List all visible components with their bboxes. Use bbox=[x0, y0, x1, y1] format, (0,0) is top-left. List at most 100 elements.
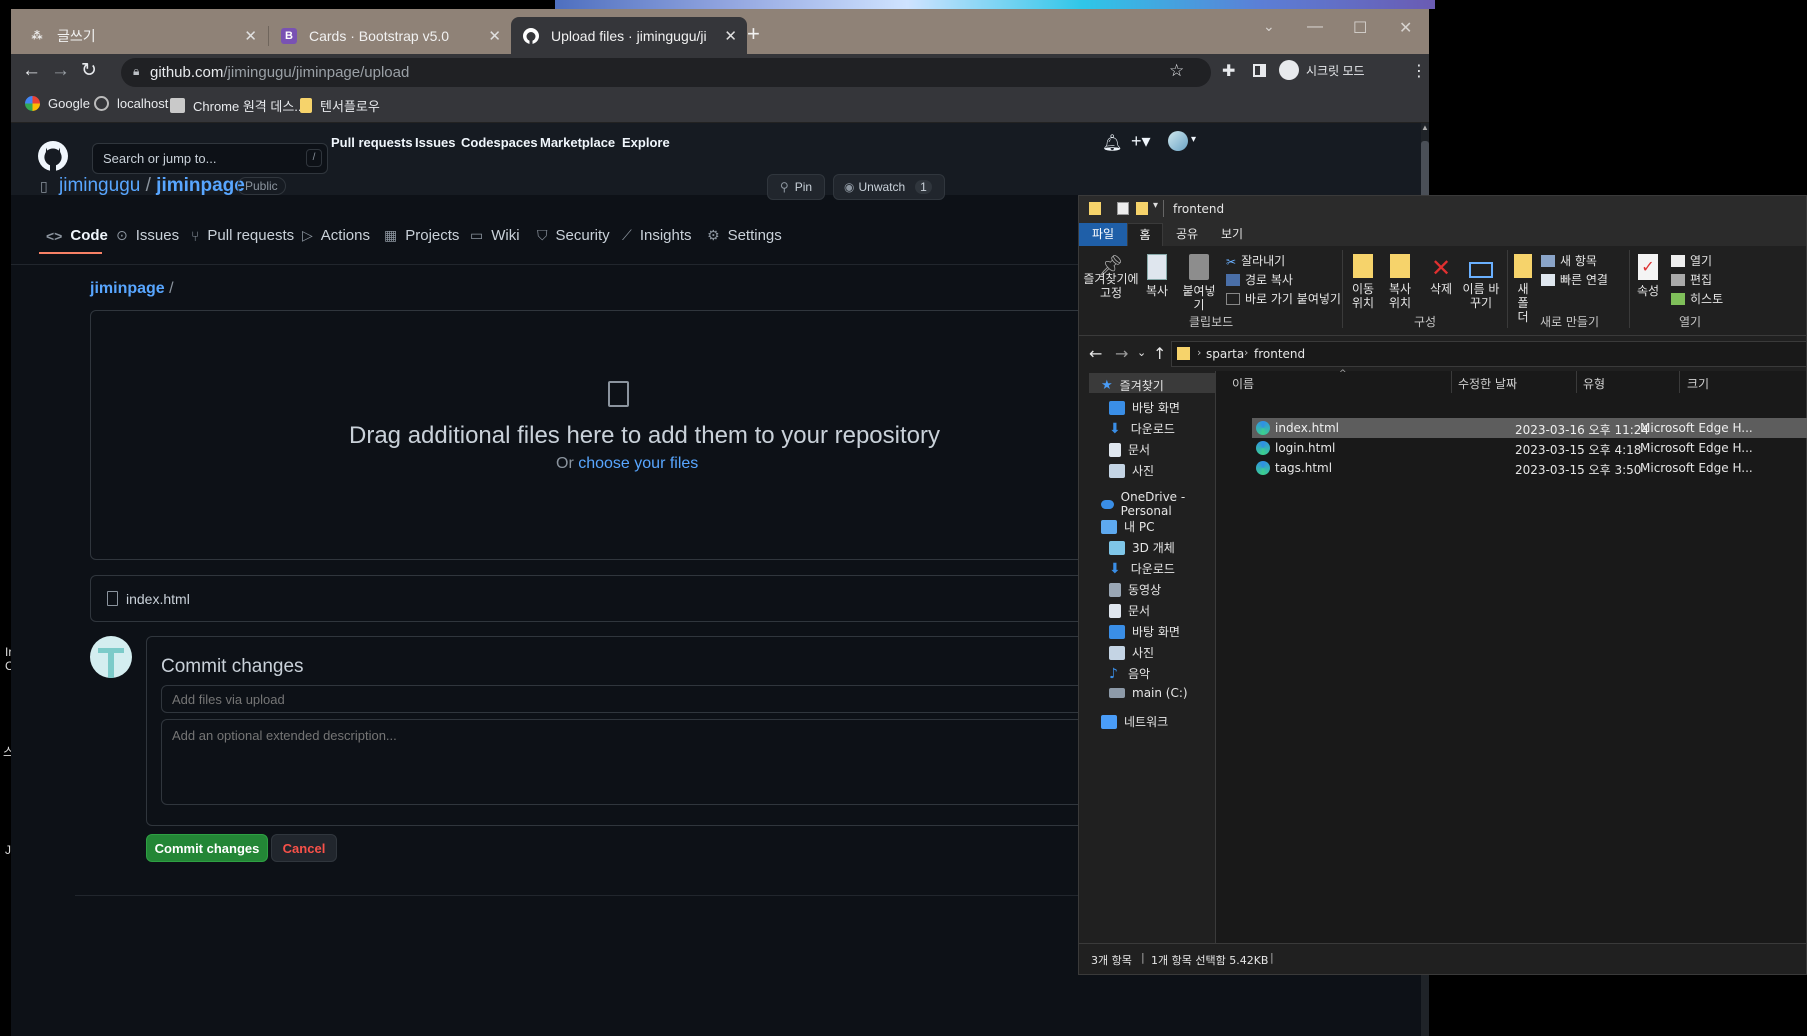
easy-access-button[interactable]: 빠른 연결 bbox=[1541, 271, 1608, 288]
tab-issues[interactable]: ⊙ Issues bbox=[116, 227, 179, 244]
nav-onedrive[interactable]: OneDrive - Personal bbox=[1101, 490, 1215, 518]
maximize-icon[interactable]: ☐ bbox=[1353, 18, 1367, 38]
tab-search-icon[interactable]: ⌄ bbox=[1263, 18, 1275, 35]
new-tab-icon[interactable]: + bbox=[747, 21, 760, 47]
tab-wiki[interactable]: ▭ Wiki bbox=[470, 227, 520, 244]
bookmark-tensorflow-folder[interactable]: 텐서플로우 bbox=[300, 96, 380, 115]
tab-bootstrap[interactable]: B Cards · Bootstrap v5.0 ✕ bbox=[269, 17, 511, 54]
nav-network[interactable]: 네트워크 bbox=[1101, 713, 1168, 730]
rename-button[interactable]: 이름 바꾸기 bbox=[1461, 254, 1501, 310]
nav-marketplace[interactable]: Marketplace bbox=[540, 135, 615, 150]
nav-pc-desktop[interactable]: 바탕 화면 bbox=[1109, 623, 1180, 640]
ribbon-tab-view[interactable]: 보기 bbox=[1214, 223, 1250, 246]
file-row[interactable]: login.html 2023-03-15 오후 4:18 Microsoft … bbox=[1252, 438, 1807, 458]
choose-files-link[interactable]: choose your files bbox=[578, 455, 698, 472]
github-search-input[interactable]: Search or jump to... / bbox=[92, 143, 328, 174]
close-tab-icon[interactable]: ✕ bbox=[724, 27, 737, 45]
file-drop-zone[interactable]: Drag additional files here to add them t… bbox=[90, 310, 1160, 560]
nav-desktop[interactable]: 바탕 화면 bbox=[1109, 399, 1180, 416]
forward-icon[interactable]: → bbox=[1115, 344, 1128, 363]
column-type[interactable]: 유형 bbox=[1583, 375, 1605, 392]
back-icon[interactable]: ← bbox=[1089, 344, 1102, 363]
paste-button[interactable]: 붙여넣기 bbox=[1177, 254, 1221, 312]
new-item-button[interactable]: 새 항목 bbox=[1541, 252, 1597, 269]
tab-github-upload[interactable]: Upload files · jimingugu/jiminpa ✕ bbox=[511, 17, 747, 54]
forward-icon[interactable]: → bbox=[51, 60, 70, 82]
nav-codespaces[interactable]: Codespaces bbox=[461, 135, 538, 150]
properties-button[interactable]: ✓ 속성 bbox=[1633, 254, 1663, 298]
pin-to-quick-access-button[interactable]: 📌︎ 즐겨찾기에 고정 bbox=[1083, 255, 1139, 300]
breadcrumb-repo-link[interactable]: jiminpage bbox=[90, 280, 165, 297]
copy-path-button[interactable]: 경로 복사 bbox=[1226, 271, 1293, 288]
minimize-icon[interactable]: — bbox=[1307, 18, 1323, 36]
nav-pc-documents[interactable]: 문서 bbox=[1109, 602, 1150, 619]
tab-projects[interactable]: ▦ Projects bbox=[384, 227, 459, 244]
recent-locations-icon[interactable]: ⌄ bbox=[1137, 346, 1146, 359]
copy-to-button[interactable]: 복사 위치 bbox=[1384, 254, 1416, 310]
new-folder-button[interactable]: 새 폴더 bbox=[1512, 254, 1534, 324]
copy-button[interactable]: 복사 bbox=[1143, 254, 1171, 298]
column-date-modified[interactable]: 수정한 날짜 bbox=[1458, 375, 1517, 392]
tab-security[interactable]: ⛉ Security bbox=[537, 227, 610, 244]
file-row[interactable]: index.html 2023-03-16 오후 11:24 Microsoft… bbox=[1252, 418, 1807, 438]
tab-pull-requests[interactable]: ⑂ Pull requests bbox=[191, 227, 294, 244]
incognito-profile[interactable]: 시크릿 모드 bbox=[1279, 60, 1365, 80]
tab-actions[interactable]: ▷ Actions bbox=[302, 227, 370, 244]
back-icon[interactable]: ← bbox=[22, 60, 41, 82]
path-segment[interactable]: frontend bbox=[1254, 347, 1305, 361]
delete-button[interactable]: ✕ 삭제 bbox=[1425, 254, 1457, 296]
properties-quick-icon[interactable] bbox=[1117, 202, 1129, 215]
nav-3d-objects[interactable]: 3D 개체 bbox=[1109, 539, 1175, 556]
ribbon-tab-file[interactable]: 파일 bbox=[1079, 223, 1127, 246]
notifications-bell-icon[interactable]: 🔔︎ bbox=[1102, 133, 1122, 153]
nav-downloads[interactable]: ⬇ 다운로드 bbox=[1109, 420, 1175, 437]
address-bar[interactable]: 🔒︎ github.com/jimingugu/jiminpage/upload… bbox=[121, 58, 1211, 87]
cancel-button[interactable]: Cancel bbox=[271, 834, 337, 862]
close-tab-icon[interactable]: ✕ bbox=[488, 27, 501, 45]
unwatch-button[interactable]: ◉ Unwatch 1 bbox=[833, 174, 945, 200]
nav-pull-requests[interactable]: Pull requests bbox=[331, 135, 413, 150]
nav-this-pc[interactable]: 내 PC bbox=[1101, 518, 1154, 535]
nav-music[interactable]: ♪ 음악 bbox=[1109, 665, 1150, 682]
avatar-dropdown-icon[interactable]: ▾ bbox=[1191, 134, 1196, 145]
close-tab-icon[interactable]: ✕ bbox=[244, 27, 257, 45]
reload-icon[interactable]: ↻ bbox=[81, 59, 97, 82]
edit-button[interactable]: 편집 bbox=[1671, 271, 1712, 288]
quick-access-toolbar-dropdown-icon[interactable]: ▾ bbox=[1153, 200, 1158, 211]
repo-owner-link[interactable]: jimingugu bbox=[59, 175, 140, 196]
nav-issues[interactable]: Issues bbox=[415, 135, 455, 150]
bookmark-google[interactable]: Google bbox=[25, 96, 90, 111]
bookmark-chrome-remote[interactable]: Chrome 원격 데스... bbox=[170, 96, 305, 115]
history-button[interactable]: 히스토 bbox=[1671, 290, 1723, 307]
nav-explore[interactable]: Explore bbox=[622, 135, 670, 150]
nav-pc-downloads[interactable]: ⬇ 다운로드 bbox=[1109, 560, 1175, 577]
up-icon[interactable]: ↑ bbox=[1153, 344, 1166, 363]
nav-quick-access[interactable]: ★ 즐겨찾기 bbox=[1101, 377, 1164, 394]
nav-drive-c[interactable]: main (C:) bbox=[1109, 686, 1188, 700]
tab-insights[interactable]: ⟋ Insights bbox=[622, 227, 692, 244]
create-new-plus-icon[interactable]: +▾ bbox=[1131, 131, 1151, 152]
bookmark-star-icon[interactable]: ☆ bbox=[1169, 61, 1184, 81]
commit-changes-button[interactable]: Commit changes bbox=[146, 834, 268, 862]
close-window-icon[interactable]: ✕ bbox=[1399, 18, 1412, 38]
explorer-address-bar[interactable]: › sparta › frontend bbox=[1171, 341, 1806, 367]
side-panel-icon[interactable] bbox=[1253, 64, 1266, 77]
commit-description-textarea[interactable] bbox=[161, 719, 1146, 805]
column-name[interactable]: 이름 bbox=[1232, 375, 1254, 392]
move-to-button[interactable]: 이동 위치 bbox=[1347, 254, 1379, 310]
nav-videos[interactable]: 동영상 bbox=[1109, 581, 1161, 598]
ribbon-tab-home[interactable]: 홈 bbox=[1127, 223, 1163, 246]
nav-pictures[interactable]: 사진 bbox=[1109, 462, 1154, 479]
tab-settings[interactable]: ⚙ Settings bbox=[707, 227, 782, 244]
tab-notion[interactable]: ⁂ 글쓰기 ✕ bbox=[17, 17, 267, 54]
cut-button[interactable]: ✂ 잘라내기 bbox=[1226, 252, 1285, 269]
scroll-up-icon[interactable]: ▲ bbox=[1421, 123, 1429, 133]
extensions-icon[interactable]: ✚ bbox=[1222, 61, 1235, 81]
ribbon-tab-share[interactable]: 공유 bbox=[1169, 223, 1205, 246]
user-avatar[interactable] bbox=[1168, 131, 1188, 151]
repo-name-link[interactable]: jiminpage bbox=[156, 175, 245, 196]
column-size[interactable]: 크기 bbox=[1687, 375, 1709, 392]
bookmark-localhost[interactable]: localhost bbox=[94, 96, 168, 111]
nav-pc-pictures[interactable]: 사진 bbox=[1109, 644, 1154, 661]
pin-button[interactable]: ⚲ Pin bbox=[767, 174, 825, 200]
